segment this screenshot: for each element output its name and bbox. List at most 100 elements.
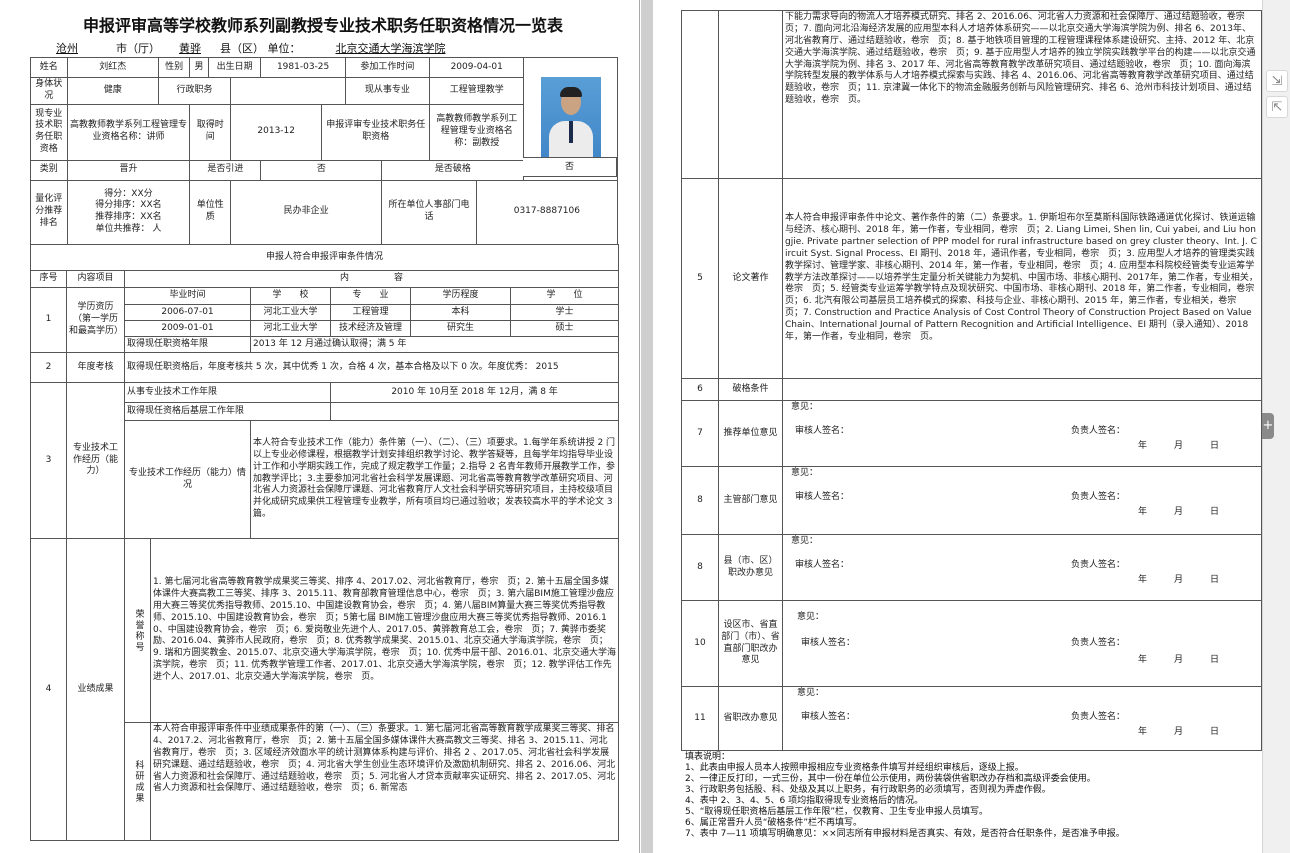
op11-label: 省职改办意见	[718, 686, 783, 751]
op8-opinion: 意见：	[791, 468, 819, 478]
category-value: 晋升	[66, 159, 191, 181]
op9-opinion: 意见：	[791, 536, 819, 546]
op7-date: 年 月 日	[1137, 440, 1219, 451]
score-rank-line: 得分排序：XX名	[95, 200, 162, 211]
row6-value	[782, 378, 1262, 401]
health-label: 身体状况	[30, 77, 68, 105]
exp-years-value: 2010 年 10月至 2018 年 12月，满 8 年	[329, 382, 620, 403]
edu-h-time: 毕业时间	[124, 287, 251, 305]
admin-label: 行政职务	[157, 77, 232, 105]
edu-h-major: 专 业	[330, 287, 411, 305]
research-label: 科研成果	[133, 759, 144, 804]
exception-value: 否	[523, 157, 617, 177]
research-label-cell: 科研成果	[124, 722, 151, 841]
achv-num: 4	[30, 538, 67, 841]
note-6: 6、属正常晋升人员“破格条件”栏不再填写。	[685, 817, 863, 828]
op10-date: 年 月 日	[1137, 654, 1219, 665]
edu-r2-major: 技术经济及管理	[330, 320, 411, 337]
op7-opinion: 意见：	[791, 402, 819, 412]
city: 沧州	[56, 42, 78, 55]
category-label: 类别	[30, 159, 68, 181]
add-panel-icon[interactable]: +	[1262, 413, 1274, 439]
op9-date: 年 月 日	[1137, 574, 1219, 585]
unit-total-line: 单位共推荐： 人	[95, 224, 162, 235]
op10-label: 设区市、省直部门（市）、省直部门职改办意见	[718, 600, 783, 687]
content-header: 内 容	[123, 270, 620, 288]
intro-value: 否	[260, 159, 383, 181]
op11-num: 11	[681, 686, 719, 751]
gender-value: 男	[189, 57, 209, 78]
cur-title-value: 高教教师教学系列工程管理专业资格名称：讲师	[66, 103, 191, 161]
edu-label: 学历资历（第一学历和最高学历）	[66, 287, 125, 353]
phone-value: 0317-8887106	[475, 179, 619, 245]
edu-h-level: 学历程度	[410, 287, 511, 305]
seq-header: 序号	[30, 270, 67, 288]
row6-label: 破格条件	[718, 378, 783, 401]
edu-r1-degree: 学士	[509, 304, 620, 321]
op11-date: 年 月 日	[1137, 726, 1219, 737]
achv-label: 业绩成果	[66, 538, 125, 841]
intro-label: 是否引进	[189, 159, 262, 181]
basic-info-table: 姓名 刘红杰 性别 男 出生日期 1981-03-25 参加工作时间 2009-…	[30, 57, 619, 245]
collapse-icon[interactable]: ⇱	[1266, 96, 1288, 118]
honor-text: 1. 第七届河北省高等教育教学成果奖三等奖、排序 4、2017.02、河北省教育…	[149, 538, 620, 723]
op8-head: 负责人签名：	[1070, 491, 1125, 502]
work-start-label: 参加工作时间	[344, 57, 431, 78]
op8-date: 年 月 日	[1137, 506, 1219, 517]
page-2: 下能力需求导向的物流人才培养模式研究、排名 2、2016.06、河北省人力资源和…	[653, 0, 1262, 853]
obtain-value: 2013-12	[229, 103, 323, 161]
name-value: 刘红杰	[66, 57, 159, 78]
notes-title: 填表说明：	[685, 752, 731, 762]
op8-content: 意见： 审核人签名： 负责人签名： 年 月 日	[782, 466, 1262, 535]
unit-label: 单位：	[267, 42, 301, 55]
edu-h-degree: 学 位	[509, 287, 620, 305]
paper-num: 5	[681, 178, 719, 379]
exp-num: 3	[30, 382, 67, 539]
work-start-value: 2009-04-01	[429, 57, 525, 78]
cert-label: 取得现任职资格年限	[124, 336, 251, 353]
edu-r2-level: 研究生	[410, 320, 511, 337]
annual-num: 2	[30, 352, 67, 383]
honor-label: 荣誉称号	[133, 608, 144, 653]
annual-text: 取得现任职资格后，年度考核共 5 次，其中优秀 1 次，合格 4 次，基本合格及…	[123, 352, 620, 383]
expand-icon[interactable]: ⇲	[1266, 70, 1288, 92]
county: 黄骅	[179, 42, 201, 55]
op8-label: 主管部门意见	[718, 466, 783, 535]
applicant-photo	[540, 76, 601, 161]
exp-years-label: 从事专业技术工作年限	[124, 382, 331, 403]
unit-nature-value: 民办非企业	[229, 179, 383, 245]
op7-num: 7	[681, 400, 719, 467]
op7-label: 推荐单位意见	[718, 400, 783, 467]
item-header: 内容项目	[66, 270, 125, 288]
note-5: 5、“取得现任职资格后基层工作年限”栏，仅教育、卫生专业申报人员填写。	[685, 806, 989, 817]
admin-value	[230, 77, 346, 105]
op7-content: 意见： 审核人签名： 负责人签名： 年 月 日	[782, 400, 1262, 467]
page-gap	[641, 0, 653, 853]
op9-num: 8	[681, 534, 719, 601]
exp-text: 本人符合专业技术工作（能力）条件第（一）、（二）、（三）项要求。1.每学年系统讲…	[249, 420, 620, 539]
row6-num: 6	[681, 378, 719, 401]
note-4: 4、表中 2、3、4、5、6 项均指取得现专业资格后的情况。	[685, 795, 924, 806]
op9-label: 县（市、区）职改办意见	[718, 534, 783, 601]
op10-opinion: 意见：	[797, 612, 825, 622]
honor-label-cell: 荣誉称号	[124, 538, 151, 723]
document-header: 沧州 市（厅） 黄骅 县（区） 单位： 北京交通大学海滨学院	[18, 40, 481, 56]
phone-label: 所在单位人事部门电话	[381, 179, 477, 245]
note-1: 1、此表由申报人员本人按照申报相应专业资格条件填写并经组织审核后，逐级上报。	[685, 762, 1024, 773]
apply-label: 申报评审专业技术职务任职资格	[321, 103, 431, 161]
op10-reviewer: 审核人签名：	[801, 637, 856, 648]
edu-r1-major: 工程管理	[330, 304, 411, 321]
op11-head: 负责人签名：	[1070, 711, 1125, 722]
edu-h-school: 学 校	[250, 287, 331, 305]
page-1: 申报评审高等学校教师系列副教授专业技术职务任职资格情况一览表 沧州 市（厅） 黄骅 县…	[0, 0, 640, 853]
edu-r1-time: 2006-07-01	[124, 304, 251, 321]
op11-reviewer: 审核人签名：	[801, 711, 856, 722]
unit-name: 北京交通大学海滨学院	[335, 42, 446, 55]
note-7: 7、表中 7—11 项填写明确意见：××同志所有申报材料是否真实、有效，是否符合…	[685, 828, 1125, 839]
name-label: 姓名	[30, 57, 68, 78]
score-values: 得分：XX分 得分排序：XX名 推荐排序：XX名 单位共推荐： 人	[66, 179, 191, 245]
edu-num: 1	[30, 287, 67, 353]
cert-value: 2013 年 12 月通过确认取得；满 5 年	[249, 336, 620, 353]
edu-r2-school: 河北工业大学	[250, 320, 331, 337]
note-3: 3、行政职务包括股、科、处级及其以上职务，有行政职务的必须填写，否则视为弄虚作假…	[685, 784, 1051, 795]
